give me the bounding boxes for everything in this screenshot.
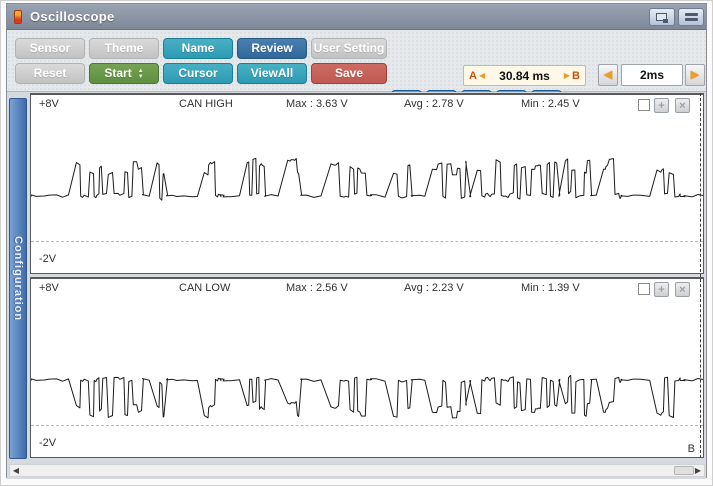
toolbar: Sensor Theme Name Review User Setting A … [7,31,706,112]
review-button[interactable]: Review [237,38,307,59]
max-value: Max : 2.56 V [286,282,348,294]
add-channel-button[interactable]: + [654,98,669,113]
max-value: Max : 3.63 V [286,98,348,110]
scroll-left-icon: ◀ [12,466,20,475]
scroll-left-button[interactable]: ◀ [10,465,22,476]
channel-name: CAN HIGH [179,98,233,110]
cursor-b-line[interactable] [700,93,701,458]
sensor-button[interactable]: Sensor [15,38,85,59]
save-button[interactable]: Save [311,63,387,84]
min-value: Min : 2.45 V [521,98,580,110]
scrollbar-thumb[interactable] [674,466,694,475]
right-triangle-icon: ▶ [690,69,700,81]
ab-time-readout: A ◀ 30.84 ms ▶ B [463,65,586,86]
plus-icon: + [658,283,665,296]
app-icon [14,9,22,24]
min-value: Min : 1.39 V [521,282,580,294]
scale-top-label: +8V [39,98,59,110]
theme-button[interactable]: Theme [89,38,159,59]
timebase-increase-button[interactable]: ▶ [685,64,705,86]
spinner-icon: ▲ ▼ [137,67,144,80]
window-controls [649,8,704,26]
titlebar: Oscilloscope [7,4,706,30]
restore-window-button[interactable] [649,8,675,26]
cursor-a-label: A [469,69,477,82]
ab-time-value: 30.84 ms [499,68,550,83]
channel-checkbox[interactable] [638,283,650,295]
horizontal-scrollbar[interactable]: ◀ ▶ [9,464,705,477]
layout-bars-icon [685,13,698,22]
restore-window-icon [656,13,668,23]
channel-name: CAN LOW [179,282,231,294]
timebase-value[interactable]: 2ms [621,64,683,86]
start-button-label: Start [104,66,132,80]
channel-area: +8V CAN HIGH Max : 3.63 V Avg : 2.78 V M… [30,93,704,458]
scale-top-label: +8V [39,282,59,294]
configuration-tab-label: Configuration [12,235,24,322]
name-button[interactable]: Name [163,38,233,59]
cursor-a-arrow-icon: ◀ [478,71,486,80]
can-high-waveform [31,157,703,201]
oscilloscope-window: Oscilloscope Sensor Theme Name Review Us… [6,3,707,479]
close-icon: × [679,99,686,112]
close-icon: × [679,283,686,296]
main-area: Configuration +8V CAN HIGH Max : 3.63 V … [7,92,706,479]
avg-value: Avg : 2.23 V [404,282,464,294]
scale-bottom-label: -2V [39,253,57,265]
close-channel-button[interactable]: × [675,282,690,297]
cursor-b-marker: B [687,443,695,455]
can-low-waveform [31,374,703,419]
channel-panel-can-high: +8V CAN HIGH Max : 3.63 V Avg : 2.78 V M… [30,93,704,274]
viewall-button[interactable]: ViewAll [237,63,307,84]
channel-panel-can-low: +8V CAN LOW Max : 2.56 V Avg : 2.23 V Mi… [30,277,704,458]
toggle-layout-button[interactable] [678,8,704,26]
avg-value: Avg : 2.78 V [404,98,464,110]
configuration-tab[interactable]: Configuration [9,98,27,459]
screenshot-root: Oscilloscope Sensor Theme Name Review Us… [0,0,713,486]
scale-bottom-label: -2V [39,437,57,449]
left-triangle-icon: ◀ [603,69,613,81]
reference-gridline [31,241,703,242]
add-channel-button[interactable]: + [654,282,669,297]
close-channel-button[interactable]: × [675,98,690,113]
start-button[interactable]: Start ▲ ▼ [89,63,159,84]
timebase-decrease-button[interactable]: ◀ [598,64,618,86]
user-setting-button[interactable]: User Setting [311,38,387,59]
channel-checkbox[interactable] [638,99,650,111]
cursor-b-arrow-icon: ▶ [563,71,571,80]
reference-gridline [31,425,703,426]
scroll-right-button[interactable]: ▶ [692,465,704,476]
window-title: Oscilloscope [30,9,115,24]
cursor-b-label-readout: B [572,69,580,82]
scroll-right-icon: ▶ [694,466,702,475]
plus-icon: + [658,99,665,112]
reset-button[interactable]: Reset [15,63,85,84]
cursor-button[interactable]: Cursor [163,63,233,84]
